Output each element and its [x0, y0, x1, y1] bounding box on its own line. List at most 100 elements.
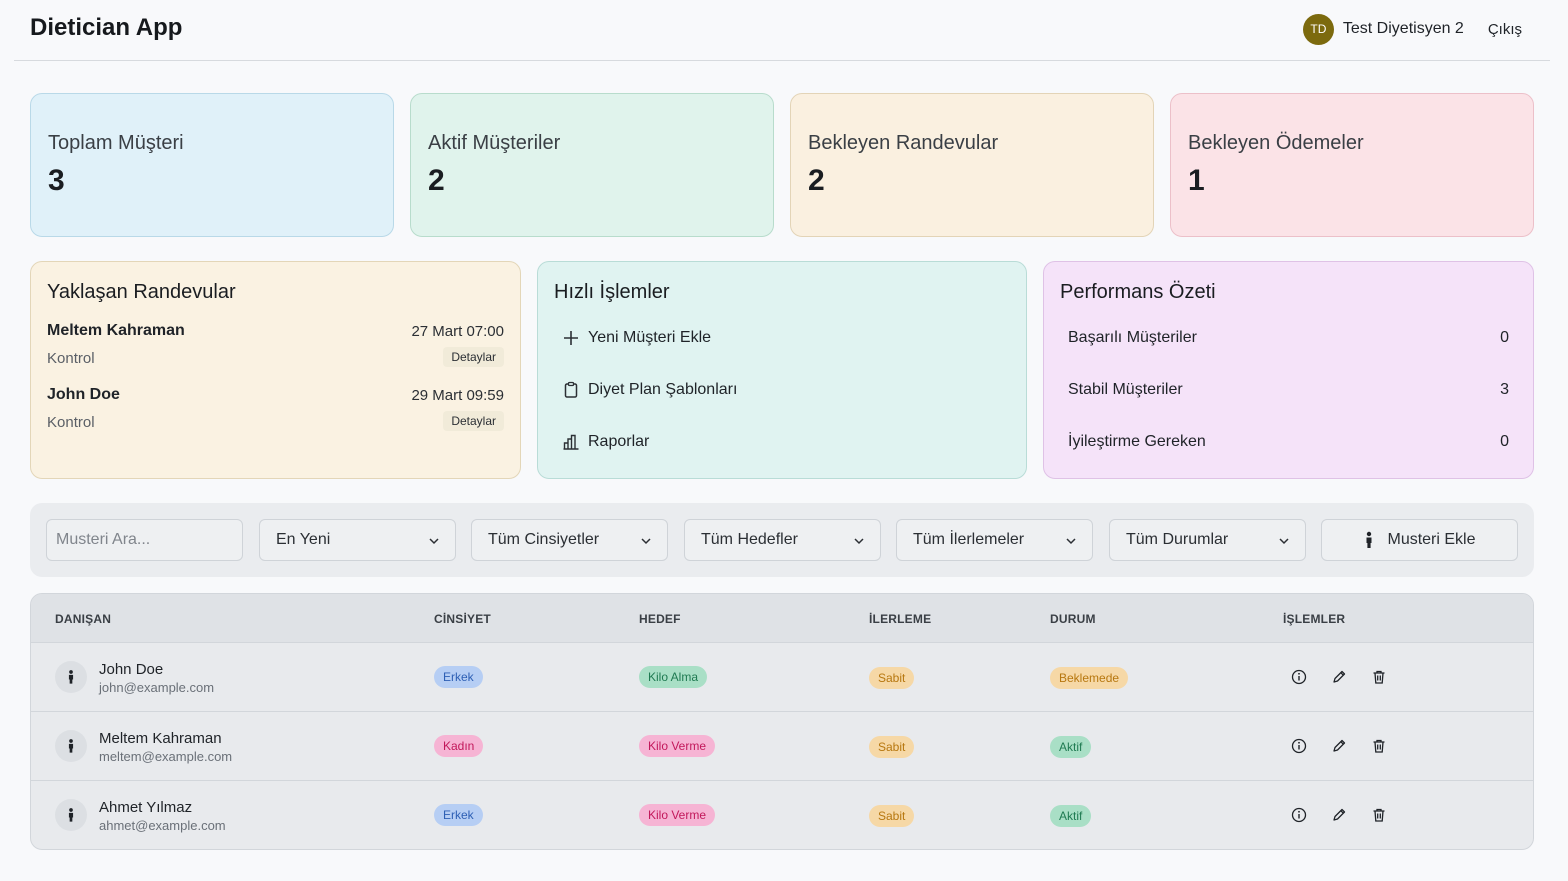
column-header-actions: İŞLEMLER [1283, 612, 1346, 626]
goal-badge: Kilo Alma [639, 666, 708, 688]
gender-badge: Erkek [434, 666, 483, 688]
quick-actions-panel: Hızlı İşlemler Yeni Müşteri Ekle Diyet P… [537, 261, 1027, 479]
person-icon [55, 730, 87, 762]
performance-value: 3 [1500, 381, 1509, 398]
status-filter-value: Tüm Durumlar [1126, 531, 1229, 548]
client-name: John Doe [99, 661, 164, 678]
performance-item: Stabil Müşteriler 3 [1068, 381, 1509, 399]
quick-action-label: Diyet Plan Şablonları [588, 381, 738, 398]
goal-badge: Kilo Verme [639, 804, 716, 826]
performance-summary-panel: Performans Özeti Başarılı Müşteriler 0 S… [1043, 261, 1534, 479]
progress-filter-select[interactable]: Tüm İlerlemeler [896, 519, 1093, 561]
delete-icon[interactable] [1370, 668, 1388, 686]
edit-icon[interactable] [1330, 737, 1348, 755]
delete-icon[interactable] [1370, 806, 1388, 824]
user-area: TD Test Diyetisyen 2 Çıkış [1302, 13, 1522, 45]
add-client-label: Musteri Ekle [1387, 531, 1476, 548]
person-icon [1366, 531, 1372, 548]
stat-card-pending-appointments: Bekleyen Randevular 2 [790, 93, 1154, 237]
filter-bar: Musteri Ara... En Yeni Tüm Cinsiyetler T… [30, 503, 1534, 577]
panel-title: Hızlı İşlemler [554, 281, 670, 303]
appointment-date: 27 Mart 07:00 [411, 323, 504, 340]
column-header-status: DURUM [1050, 612, 1096, 626]
stat-card-pending-payments: Bekleyen Ödemeler 1 [1170, 93, 1534, 237]
appointment-item: John Doe 29 Mart 09:59 Kontrol Detaylar [47, 386, 504, 442]
clients-table: DANIŞAN CİNSİYET HEDEF İLERLEME DURUM İŞ… [30, 593, 1534, 850]
bar-chart-icon [563, 434, 579, 450]
performance-label: Başarılı Müşteriler [1068, 329, 1197, 346]
edit-icon[interactable] [1330, 806, 1348, 824]
performance-value: 0 [1500, 433, 1509, 450]
status-badge: Aktif [1050, 805, 1092, 827]
stat-label: Bekleyen Ödemeler [1188, 132, 1364, 154]
stat-value: 2 [428, 164, 445, 197]
app-title: Dietician App [30, 14, 183, 41]
info-icon[interactable] [1290, 737, 1308, 755]
client-name: Meltem Kahraman [99, 730, 222, 747]
appointment-date: 29 Mart 09:59 [411, 387, 504, 404]
gender-filter-select[interactable]: Tüm Cinsiyetler [471, 519, 668, 561]
sort-select[interactable]: En Yeni [259, 519, 456, 561]
add-client-button[interactable]: Musteri Ekle [1321, 519, 1518, 561]
table-header: DANIŞAN CİNSİYET HEDEF İLERLEME DURUM İŞ… [31, 594, 1533, 643]
logout-button[interactable]: Çıkış [1488, 21, 1522, 38]
chevron-down-icon [429, 538, 439, 545]
client-email: ahmet@example.com [99, 818, 226, 833]
goal-filter-value: Tüm Hedefler [701, 531, 798, 548]
plus-icon [564, 331, 578, 345]
appointment-type: Kontrol [47, 414, 95, 431]
quick-action-reports[interactable]: Raporlar [562, 433, 649, 451]
client-name: Ahmet Yılmaz [99, 799, 193, 816]
client-search-input[interactable]: Musteri Ara... [46, 519, 243, 561]
user-name: Test Diyetisyen 2 [1342, 20, 1464, 37]
avatar[interactable]: TD [1302, 13, 1334, 45]
status-filter-select[interactable]: Tüm Durumlar [1109, 519, 1306, 561]
chevron-down-icon [1279, 538, 1289, 545]
client-email: meltem@example.com [99, 749, 233, 764]
gender-badge: Erkek [434, 804, 483, 826]
column-header-client: DANIŞAN [55, 612, 112, 626]
progress-badge: Sabit [869, 736, 915, 758]
appointment-details-button[interactable]: Detaylar [443, 347, 504, 367]
quick-action-add-client[interactable]: Yeni Müşteri Ekle [562, 329, 711, 347]
table-row: John Doe john@example.com Erkek Kilo Alm… [31, 642, 1533, 711]
status-badge: Aktif [1050, 736, 1092, 758]
upcoming-appointments-panel: Yaklaşan Randevular Meltem Kahraman 27 M… [30, 261, 521, 479]
chevron-down-icon [641, 538, 651, 545]
goal-filter-select[interactable]: Tüm Hedefler [684, 519, 881, 561]
person-icon [55, 799, 87, 831]
stat-value: 2 [808, 164, 825, 197]
performance-label: İyileştirme Gereken [1068, 433, 1206, 450]
panel-title: Yaklaşan Randevular [47, 281, 236, 303]
appointment-type: Kontrol [47, 350, 95, 367]
info-icon[interactable] [1290, 806, 1308, 824]
gender-filter-value: Tüm Cinsiyetler [488, 531, 600, 548]
quick-action-diet-templates[interactable]: Diyet Plan Şablonları [562, 381, 737, 399]
table-row: Ahmet Yılmaz ahmet@example.com Erkek Kil… [31, 780, 1533, 849]
performance-label: Stabil Müşteriler [1068, 381, 1183, 398]
stat-label: Aktif Müşteriler [428, 132, 561, 154]
quick-action-label: Raporlar [588, 433, 650, 450]
stat-label: Bekleyen Randevular [808, 132, 999, 154]
column-header-progress: İLERLEME [869, 612, 932, 626]
delete-icon[interactable] [1370, 737, 1388, 755]
gender-badge: Kadın [434, 735, 484, 757]
stat-value: 3 [48, 164, 65, 197]
appointment-details-button[interactable]: Detaylar [443, 411, 504, 431]
sort-select-value: En Yeni [276, 531, 331, 548]
edit-icon[interactable] [1330, 668, 1348, 686]
stat-label: Toplam Müşteri [48, 132, 184, 154]
appointment-client-name: Meltem Kahraman [47, 322, 185, 339]
quick-action-label: Yeni Müşteri Ekle [588, 329, 712, 346]
stat-card-total-clients: Toplam Müşteri 3 [30, 93, 394, 237]
person-icon [55, 661, 87, 693]
progress-badge: Sabit [869, 667, 915, 689]
client-email: john@example.com [99, 680, 215, 695]
chevron-down-icon [1066, 538, 1076, 545]
goal-badge: Kilo Verme [639, 735, 716, 757]
column-header-goal: HEDEF [639, 612, 681, 626]
info-icon[interactable] [1290, 668, 1308, 686]
performance-item: Başarılı Müşteriler 0 [1068, 329, 1509, 347]
stat-value: 1 [1188, 164, 1205, 197]
appointment-client-name: John Doe [47, 386, 120, 403]
